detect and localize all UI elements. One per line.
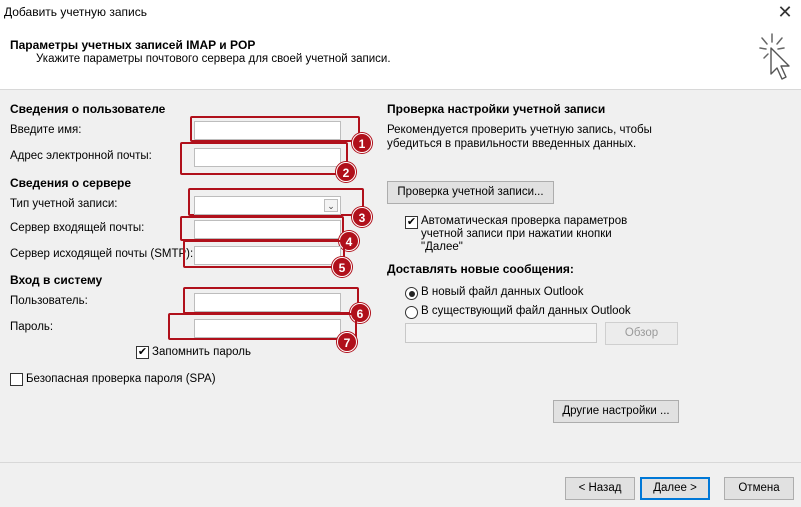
password-label: Пароль: [10,321,54,333]
step-badge-1: 1 [352,133,372,153]
new-data-file-radio[interactable] [405,287,418,300]
new-data-file-label: В новый файл данных Outlook [421,286,584,298]
delivery-heading: Доставлять новые сообщения: [387,262,574,276]
outgoing-server-field[interactable] [194,246,341,265]
auto-test-label-line3: "Далее" [421,241,463,253]
remember-password-checkbox[interactable]: ✔ [136,346,149,359]
window-title: Добавить учетную запись [4,5,147,19]
existing-data-file-label: В существующий файл данных Outlook [421,305,631,317]
outgoing-server-label: Сервер исходящей почты (SMTP): [10,248,194,260]
test-account-button[interactable]: Проверка учетной записи... [387,181,554,204]
auto-test-checkbox[interactable]: ✔ [405,216,418,229]
existing-data-file-radio[interactable] [405,306,418,319]
next-button[interactable]: Далее > [640,477,710,500]
login-heading: Вход в систему [10,273,103,287]
auto-test-label-line1: Автоматическая проверка параметров [421,215,628,227]
spa-label: Безопасная проверка пароля (SPA) [26,373,216,385]
account-type-label: Тип учетной записи: [10,198,118,210]
remember-password-label: Запомнить пароль [152,346,251,358]
test-description-line2: убедиться в правильности введенных данны… [387,138,637,150]
name-label: Введите имя: [10,124,82,136]
test-settings-heading: Проверка настройки учетной записи [387,102,606,116]
test-description-line1: Рекомендуется проверить учетную запись, … [387,124,652,136]
password-field[interactable] [194,319,341,338]
username-label: Пользователь: [10,295,88,307]
step-badge-5: 5 [332,257,352,277]
step-badge-2: 2 [336,162,356,182]
incoming-server-label: Сервер входящей почты: [10,222,145,234]
spa-checkbox[interactable] [10,373,23,386]
step-badge-7: 7 [337,332,357,352]
step-badge-3: 3 [352,207,372,227]
page-title: Параметры учетных записей IMAP и POP [10,38,256,52]
browse-button[interactable]: Обзор [605,322,678,345]
email-label: Адрес электронной почты: [10,150,152,162]
back-button[interactable]: < Назад [565,477,635,500]
page-subtitle: Укажите параметры почтового сервера для … [36,53,391,65]
chevron-down-icon[interactable]: ⌄ [324,199,338,212]
cursor-click-icon [759,33,790,80]
email-field[interactable] [194,148,341,167]
server-info-heading: Сведения о сервере [10,176,132,190]
data-file-path-field[interactable] [405,323,597,343]
user-info-heading: Сведения о пользователе [10,102,166,116]
username-field[interactable] [194,293,341,312]
footer-divider [0,462,801,463]
auto-test-label-line2: учетной записи при нажатии кнопки [421,228,612,240]
incoming-server-field[interactable] [194,220,341,239]
account-type-select[interactable]: ⌄ [194,196,341,215]
close-icon[interactable]: ✕ [770,1,800,23]
cancel-button[interactable]: Отмена [724,477,794,500]
check-icon: ✔ [137,346,148,358]
check-icon: ✔ [406,216,417,228]
more-settings-button[interactable]: Другие настройки ... [553,400,679,423]
name-field[interactable] [194,121,341,140]
